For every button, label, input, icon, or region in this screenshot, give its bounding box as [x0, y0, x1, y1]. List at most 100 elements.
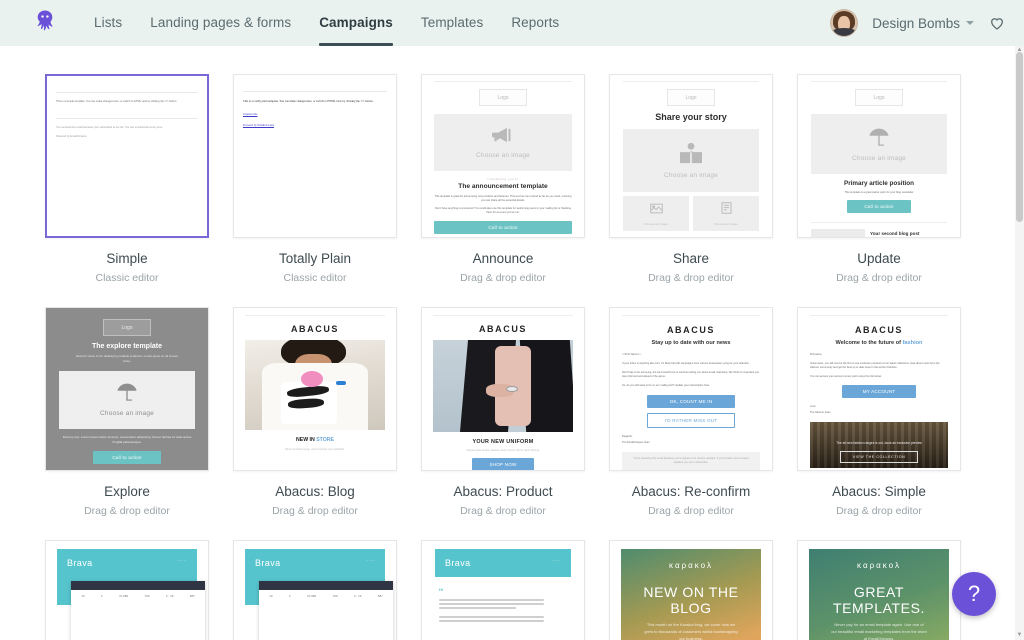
account-name: Design Bombs [872, 15, 960, 31]
template-card-announce[interactable]: Logo Choose an image Introducing you to … [421, 74, 585, 284]
template-name: Abacus: Re-confirm [631, 484, 751, 499]
template-thumbnail[interactable]: καρακολ NEW ON THE BLOG This month on th… [609, 540, 773, 640]
mini-heading: The announcement template [458, 183, 548, 190]
template-name: Abacus: Blog [275, 484, 355, 499]
template-card-explore[interactable]: Logo The explore template Ideal for news… [45, 307, 209, 517]
template-thumbnail[interactable]: Logo Choose an image Introducing you to … [421, 74, 585, 238]
mini-karakol-hero: καρακολ NEW ON THE BLOG This month on th… [621, 549, 761, 640]
mini-email-simple: This is a simple template. You can make … [47, 76, 207, 236]
template-thumbnail[interactable]: ABACUS Welcome to the future of fashion … [797, 307, 961, 471]
template-card-totally-plain[interactable]: This is a totally plain template. You ca… [233, 74, 397, 284]
mini-brand: ABACUS [666, 325, 716, 335]
mini-greeting: Firstname, [810, 353, 823, 356]
mini-image-placeholder: Choose an image [59, 370, 195, 429]
mini-signoff-2: The Abacus' team [810, 411, 831, 415]
mini-banner-photo: The all new fashion ranges is out, book … [810, 422, 948, 469]
template-card-simple[interactable]: This is a simple template. You can make … [45, 74, 209, 284]
mini-email-abacus-simple: ABACUS Welcome to the future of fashion … [798, 308, 960, 470]
mini-logo-placeholder: Logo [667, 89, 715, 106]
beach-umbrella-icon [116, 382, 138, 407]
app-logo[interactable] [28, 6, 62, 40]
template-card-brava-3[interactable]: ··· Brava Hi Brava [421, 540, 585, 640]
mini-logo-placeholder: Logo [855, 89, 903, 106]
nav-item-templates[interactable]: Templates [407, 0, 497, 46]
template-card-karakol-blog[interactable]: καρακολ NEW ON THE BLOG This month on th… [609, 540, 773, 640]
template-name: Abacus: Simple [832, 484, 926, 499]
template-thumbnail[interactable]: Logo The explore template Ideal for news… [45, 307, 209, 471]
beach-umbrella-icon [868, 127, 890, 152]
mini-brava-menu-dots: ··· [178, 558, 187, 564]
template-thumbnail[interactable]: This is a simple template. You can make … [45, 74, 209, 238]
template-editor-type: Drag & drop editor [836, 272, 922, 284]
template-card-abacus-product[interactable]: ABACUS YOUR NEW UNIFORM Classic black le… [421, 307, 585, 517]
mini-brand: καρακολ [857, 561, 901, 570]
mini-sub-image-1-label: Choose an image [644, 222, 668, 226]
mini-cta-button[interactable]: Call to action [434, 221, 572, 235]
mini-unsubscribe-link[interactable]: Unsubscribe [243, 112, 387, 117]
template-thumbnail[interactable]: καρακολ GREAT TEMPLATES. Never pay for a… [797, 540, 961, 640]
help-button[interactable]: ? [952, 572, 996, 616]
nav-item-lists[interactable]: Lists [80, 0, 136, 46]
mini-powered-link[interactable]: Powered by EmailOctopus [243, 123, 387, 128]
mini-email-abacus-reconfirm: ABACUS Stay up to date with our news <<F… [610, 308, 772, 470]
template-grid-row-2: Logo The explore template Ideal for news… [45, 307, 984, 517]
avatar[interactable] [830, 9, 859, 37]
template-thumbnail[interactable]: ··· Brava Hi [421, 540, 585, 640]
mini-brand: Brava [67, 558, 93, 568]
template-card-share[interactable]: Logo Share your story Choose an image Ch… [609, 74, 773, 284]
mini-banner-text: The all new fashion ranges is out, book … [836, 441, 922, 446]
mini-banner-cta[interactable]: VIEW THE COLLECTION [840, 450, 918, 463]
template-thumbnail[interactable]: This is a totally plain template. You ca… [233, 74, 397, 238]
mini-heading-accent: fashion [902, 340, 923, 346]
mini-sub-image-2: Choose an image [693, 196, 759, 231]
mini-email-share: Logo Share your story Choose an image Ch… [610, 75, 772, 237]
template-editor-type: Drag & drop editor [648, 505, 734, 517]
template-card-abacus-reconfirm[interactable]: ABACUS Stay up to date with our news <<F… [609, 307, 773, 517]
template-editor-type: Classic editor [95, 272, 159, 284]
mini-heading: Stay up to date with our news [651, 340, 731, 346]
mini-email-announce: Logo Choose an image Introducing you to … [422, 75, 584, 237]
scroll-down-arrow-icon[interactable]: ▼ [1015, 631, 1024, 640]
heart-icon[interactable] [988, 14, 1006, 32]
template-card-brava-1[interactable]: ··· Brava 13 2 37,080 700 2 : 15 587 [45, 540, 209, 640]
mini-cta-primary[interactable]: OK, COUNT ME IN [647, 395, 735, 409]
template-thumbnail[interactable]: Logo Share your story Choose an image Ch… [609, 74, 773, 238]
template-grid-row-3: ··· Brava 13 2 37,080 700 2 : 15 587 ···… [45, 540, 984, 640]
scrollbar-thumb[interactable] [1016, 52, 1023, 222]
mini-signoff-1: Love, [810, 405, 817, 409]
mini-powered-text: Powered by EmailOctopus [56, 135, 87, 139]
mini-paragraph: Shop our latest range, and complete your… [285, 448, 345, 451]
mini-sub-image-2-label: Choose an image [714, 222, 738, 226]
mini-paragraph-1: Great news, you will now be the first to… [810, 362, 940, 370]
mini-cta-button[interactable]: SHOP NOW [472, 458, 534, 470]
nav-item-campaigns[interactable]: Campaigns [305, 0, 407, 46]
template-card-abacus-blog[interactable]: ABACUS NEW IN STORE Shop our latest rang… [233, 307, 397, 517]
template-thumbnail[interactable]: ABACUS NEW IN STORE Shop our latest rang… [233, 307, 397, 471]
mini-cta-button[interactable]: Call to action [93, 450, 161, 464]
template-thumbnail[interactable]: ··· Brava 13 2 37,080 700 2 : 15 587 [233, 540, 397, 640]
template-card-abacus-simple[interactable]: ABACUS Welcome to the future of fashion … [797, 307, 961, 517]
template-card-karakol-templates[interactable]: καρακολ GREAT TEMPLATES. Never pay for a… [797, 540, 961, 640]
template-name: Simple [106, 251, 148, 266]
account-menu[interactable]: Design Bombs [872, 16, 974, 31]
template-thumbnail[interactable]: ABACUS YOUR NEW UNIFORM Classic black le… [421, 307, 585, 471]
mini-heading: GREAT TEMPLATES. [832, 584, 926, 616]
template-thumbnail[interactable]: ABACUS Stay up to date with our news <<F… [609, 307, 773, 471]
chevron-down-icon [966, 21, 974, 25]
template-card-brava-2[interactable]: ··· Brava 13 2 37,080 700 2 : 15 587 [233, 540, 397, 640]
picture-icon [649, 201, 663, 219]
nav-item-landing-pages-and-forms[interactable]: Landing pages & forms [136, 0, 305, 46]
template-card-update[interactable]: Logo Choose an image Primary article pos… [797, 74, 961, 284]
mini-second-post: Your second blog post [870, 230, 920, 236]
mini-heading: Welcome to the future of fashion [810, 340, 948, 346]
nav-item-reports[interactable]: Reports [497, 0, 573, 46]
template-thumbnail[interactable]: Logo Choose an image Primary article pos… [797, 74, 961, 238]
mini-subheading: Ideal for news or for displaying multipl… [75, 354, 179, 363]
mini-cta-secondary[interactable]: I'D RATHER MISS OUT [647, 413, 735, 429]
mini-cta-button[interactable]: MY ACCOUNT [842, 385, 916, 399]
template-thumbnail[interactable]: ··· Brava 13 2 37,080 700 2 : 15 587 [45, 540, 209, 640]
vertical-scrollbar[interactable]: ▲ ▼ [1015, 46, 1024, 640]
mini-email-brava-3: ··· Brava Hi [422, 541, 584, 640]
mini-logo-placeholder: Logo [479, 89, 527, 106]
mini-cta-button[interactable]: Call to action [847, 200, 911, 214]
